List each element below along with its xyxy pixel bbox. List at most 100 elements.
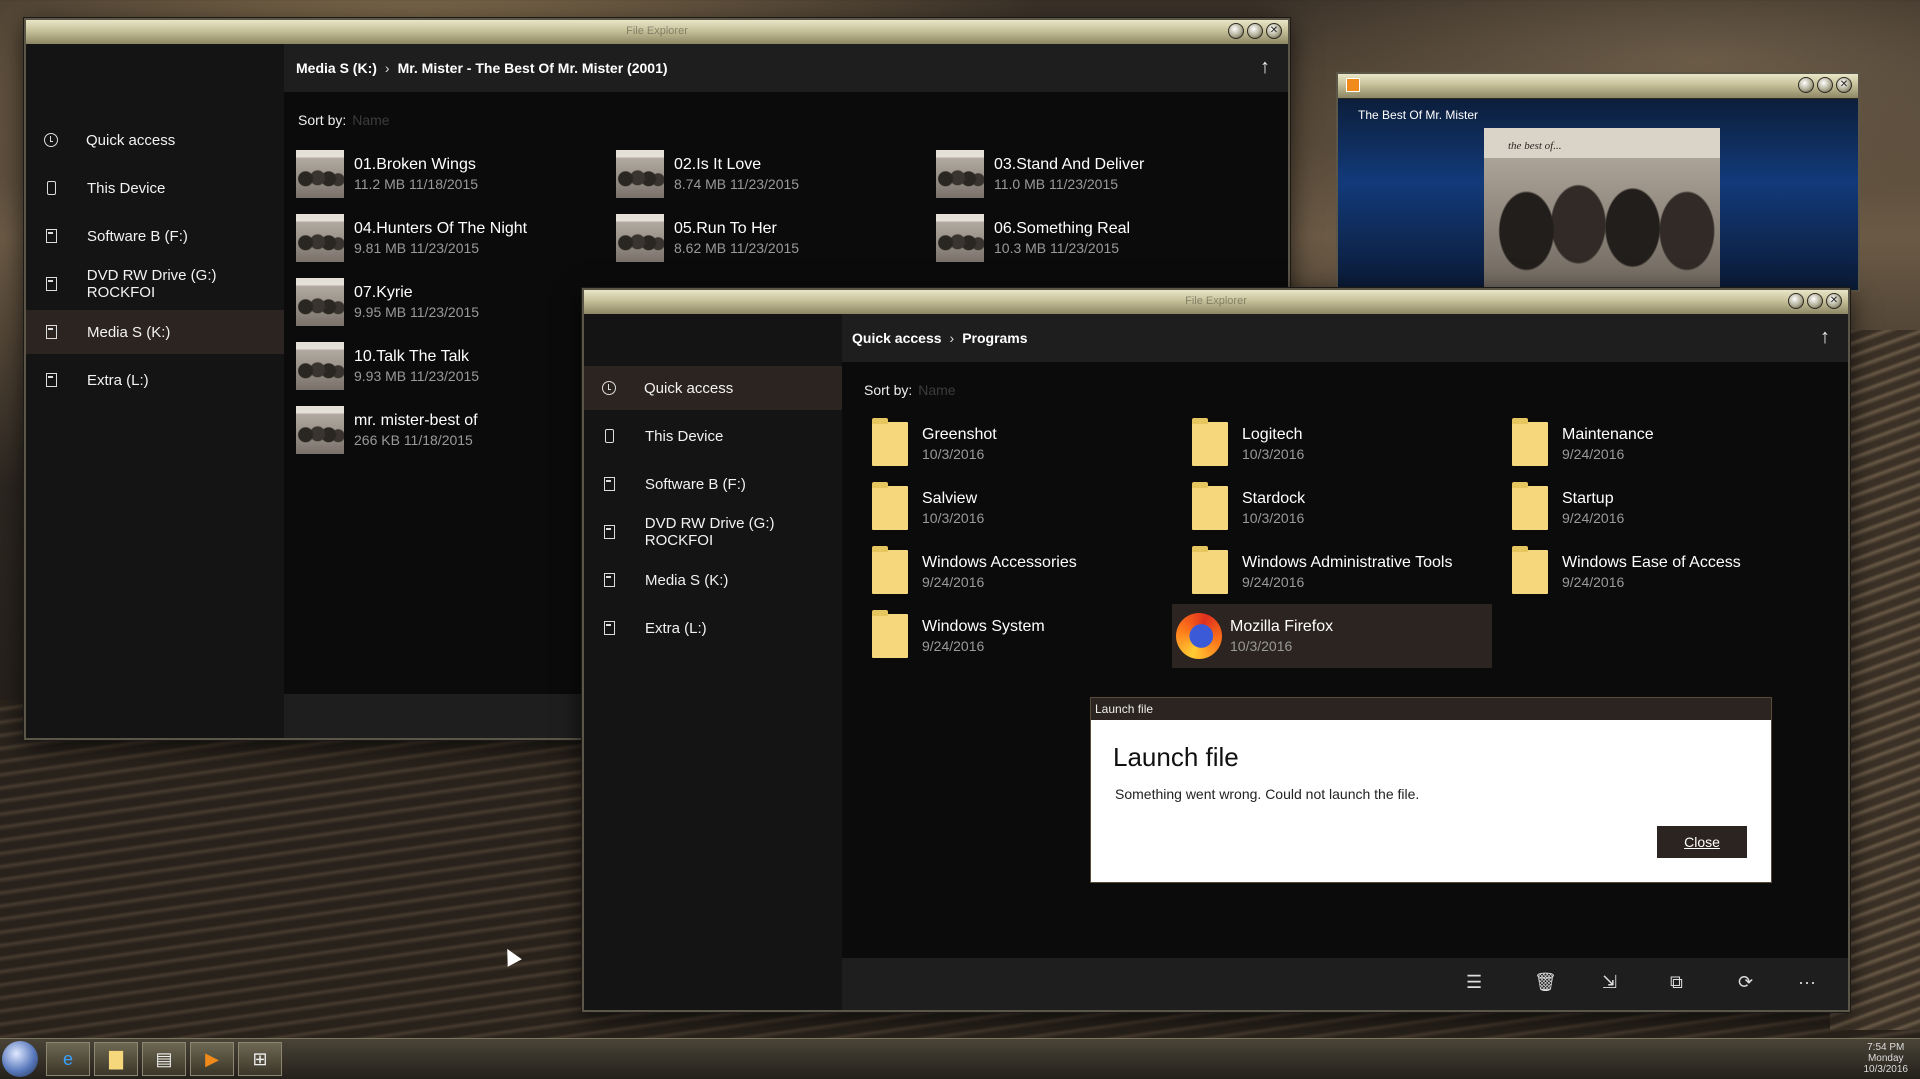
dialog-title: Launch file: [1113, 742, 1239, 772]
folder-icon: [1192, 546, 1228, 594]
sidebar-item-software-b[interactable]: Software B (F:): [26, 214, 284, 258]
sort-value: Name: [352, 112, 390, 128]
clock-icon: [602, 381, 616, 395]
file-explorer-app-icon[interactable]: ▤: [142, 1042, 186, 1076]
window-title: File Explorer: [1185, 295, 1247, 307]
folder-icon: [1512, 418, 1548, 466]
folder-icon: [1192, 482, 1228, 530]
drive-icon: [604, 621, 615, 635]
minimize-button[interactable]: [1228, 23, 1244, 39]
up-arrow-icon[interactable]: ↑: [1260, 56, 1270, 79]
minimize-button[interactable]: [1798, 77, 1814, 93]
copy-icon[interactable]: ⧉: [1670, 972, 1683, 993]
sidebar-item-quick-access[interactable]: Quick access: [584, 366, 842, 410]
folder-icon: [872, 482, 908, 530]
drive-icon: [604, 525, 615, 539]
dialog-header: Launch file: [1091, 698, 1771, 720]
system-clock[interactable]: 7:54 PM Monday 10/3/2016: [1864, 1042, 1909, 1075]
window-title: File Explorer: [626, 25, 688, 37]
close-button[interactable]: ✕: [1826, 293, 1842, 309]
file-explorer-window-programs: File Explorer ✕ Quick access This Device…: [582, 288, 1850, 1012]
file-tile[interactable]: 04.Hunters Of The Night 9.81 MB 11/23/201…: [296, 210, 527, 266]
file-tile[interactable]: 07.Kyrie 9.95 MB 11/23/2015: [296, 274, 479, 330]
file-tile[interactable]: 10.Talk The Talk 9.93 MB 11/23/2015: [296, 338, 479, 394]
drive-icon: [46, 373, 57, 387]
app-tile-firefox[interactable]: Mozilla Firefox 10/3/2016: [1172, 604, 1492, 668]
sidebar-item-this-device[interactable]: This Device: [26, 166, 284, 210]
sidebar-item-media-s[interactable]: Media S (K:): [26, 310, 284, 354]
maximize-button[interactable]: [1247, 23, 1263, 39]
maximize-button[interactable]: [1817, 77, 1833, 93]
sidebar-item-quick-access[interactable]: Quick access: [26, 118, 284, 162]
folder-tile[interactable]: Windows Ease of Access 9/24/2016: [1504, 544, 1814, 600]
sidebar-item-this-device[interactable]: This Device: [584, 414, 842, 458]
sidebar-item-dvd-rw[interactable]: DVD RW Drive (G:) ROCKFOI: [584, 510, 842, 554]
album-thumbnail: [616, 214, 664, 262]
delete-icon[interactable]: 🗑: [1534, 972, 1557, 993]
folder-tile[interactable]: Windows Administrative Tools 9/24/2016: [1184, 544, 1494, 600]
clock-icon: [44, 133, 58, 147]
sort-by[interactable]: Sort by: Name: [864, 382, 956, 398]
edge-browser-icon[interactable]: e: [46, 1042, 90, 1076]
folder-tile[interactable]: Salview 10/3/2016: [864, 480, 1174, 536]
folder-tile[interactable]: Logitech 10/3/2016: [1184, 416, 1494, 472]
sidebar-item-media-s[interactable]: Media S (K:): [584, 558, 842, 602]
nav-sidebar: Quick access This Device Software B (F:)…: [26, 44, 284, 738]
folder-tile[interactable]: Startup 9/24/2016: [1504, 480, 1814, 536]
file-tile[interactable]: 06.Something Real 10.3 MB 11/23/2015: [936, 210, 1130, 266]
media-player-icon: [1346, 78, 1360, 92]
breadcrumb-programs[interactable]: Programs: [962, 330, 1027, 346]
sidebar-item-extra[interactable]: Extra (L:): [584, 606, 842, 650]
player-titlebar[interactable]: ✕: [1338, 74, 1858, 99]
file-tile[interactable]: 01.Broken Wings 11.2 MB 11/18/2015: [296, 146, 478, 202]
move-to-icon[interactable]: ⇲: [1602, 972, 1617, 993]
breadcrumb-quick-access[interactable]: Quick access: [852, 330, 942, 346]
taskbar: e ▇ ▤ ▶ ⊞ 7:54 PM Monday 10/3/2016: [0, 1038, 1920, 1079]
media-player-taskbar-icon[interactable]: ▶: [190, 1042, 234, 1076]
minimize-button[interactable]: [1788, 293, 1804, 309]
store-icon[interactable]: ⊞: [238, 1042, 282, 1076]
file-explorer-icon[interactable]: ▇: [94, 1042, 138, 1076]
firefox-icon: [1176, 613, 1222, 659]
maximize-button[interactable]: [1807, 293, 1823, 309]
share-icon[interactable]: ⟳: [1738, 972, 1753, 993]
folder-tile[interactable]: Greenshot 10/3/2016: [864, 416, 1174, 472]
drive-icon: [604, 477, 615, 491]
album-thumbnail: [296, 150, 344, 198]
window-titlebar[interactable]: File Explorer ✕: [26, 20, 1288, 45]
file-tile[interactable]: 03.Stand And Deliver 11.0 MB 11/23/2015: [936, 146, 1144, 202]
folder-icon: [872, 546, 908, 594]
close-button[interactable]: ✕: [1266, 23, 1282, 39]
nav-sidebar: Quick access This Device Software B (F:)…: [584, 314, 842, 1010]
close-button[interactable]: ✕: [1836, 77, 1852, 93]
folder-tile[interactable]: Stardock 10/3/2016: [1184, 480, 1494, 536]
file-tile[interactable]: mr. mister-best of 266 KB 11/18/2015: [296, 402, 478, 458]
album-thumbnail: [296, 278, 344, 326]
chevron-right-icon: ›: [384, 60, 390, 76]
folder-tile[interactable]: Windows System 9/24/2016: [864, 608, 1174, 664]
breadcrumb-media-s[interactable]: Media S (K:): [296, 60, 377, 76]
window-titlebar[interactable]: File Explorer ✕: [584, 290, 1848, 315]
sidebar-item-software-b[interactable]: Software B (F:): [584, 462, 842, 506]
drive-icon: [604, 573, 615, 587]
sidebar-item-extra[interactable]: Extra (L:): [26, 358, 284, 402]
file-tile[interactable]: 02.Is It Love 8.74 MB 11/23/2015: [616, 146, 799, 202]
more-options-icon[interactable]: ···: [1798, 972, 1816, 993]
sort-by[interactable]: Sort by: Name: [298, 112, 390, 128]
folder-tile[interactable]: Maintenance 9/24/2016: [1504, 416, 1814, 472]
file-tile[interactable]: 05.Run To Her 8.62 MB 11/23/2015: [616, 210, 799, 266]
folder-icon: [1192, 418, 1228, 466]
breadcrumb-album-folder[interactable]: Mr. Mister - The Best Of Mr. Mister (200…: [398, 60, 668, 76]
album-thumbnail: [616, 150, 664, 198]
up-arrow-icon[interactable]: ↑: [1820, 326, 1830, 349]
folder-tile[interactable]: Windows Accessories 9/24/2016: [864, 544, 1174, 600]
device-icon: [605, 429, 614, 443]
folder-icon: [872, 418, 908, 466]
sidebar-item-dvd-rw[interactable]: DVD RW Drive (G:) ROCKFOI: [26, 262, 284, 306]
drive-icon: [46, 277, 57, 291]
close-button[interactable]: Close: [1657, 826, 1747, 858]
start-button[interactable]: [2, 1041, 38, 1077]
select-list-icon[interactable]: ☰: [1466, 972, 1482, 993]
launch-file-dialog: Launch file Launch file Something went w…: [1091, 698, 1771, 882]
media-player-window: ✕ The Best Of Mr. Mister the best of...: [1336, 72, 1860, 294]
